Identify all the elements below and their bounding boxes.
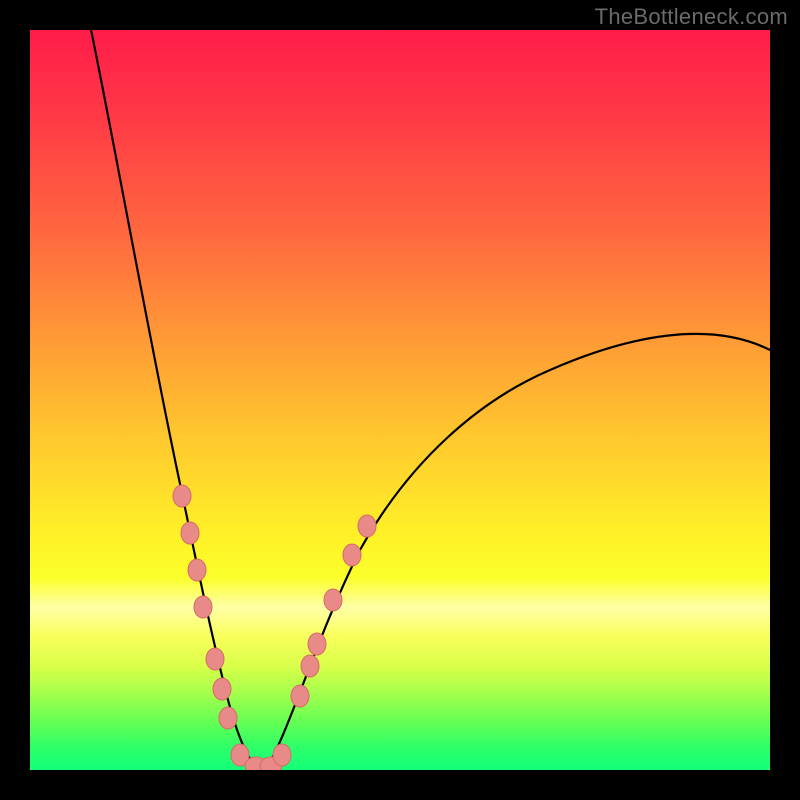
marker-dot	[173, 485, 191, 507]
marker-dot	[343, 544, 361, 566]
plot-area	[30, 30, 770, 770]
marker-dot	[219, 707, 237, 729]
marker-dot	[324, 589, 342, 611]
marker-dot	[181, 522, 199, 544]
marker-dot	[194, 596, 212, 618]
marker-dot	[301, 655, 319, 677]
bottleneck-curve-right	[267, 334, 770, 767]
marker-dot	[308, 633, 326, 655]
marker-dot	[188, 559, 206, 581]
marker-dot	[291, 685, 309, 707]
bottleneck-curve-left	[89, 30, 256, 767]
marker-group	[173, 485, 376, 770]
marker-dot	[213, 678, 231, 700]
bottleneck-curve-svg	[30, 30, 770, 770]
watermark: TheBottleneck.com	[595, 4, 788, 30]
chart-frame: TheBottleneck.com	[0, 0, 800, 800]
marker-dot	[358, 515, 376, 537]
marker-dot	[273, 744, 291, 766]
marker-dot	[206, 648, 224, 670]
